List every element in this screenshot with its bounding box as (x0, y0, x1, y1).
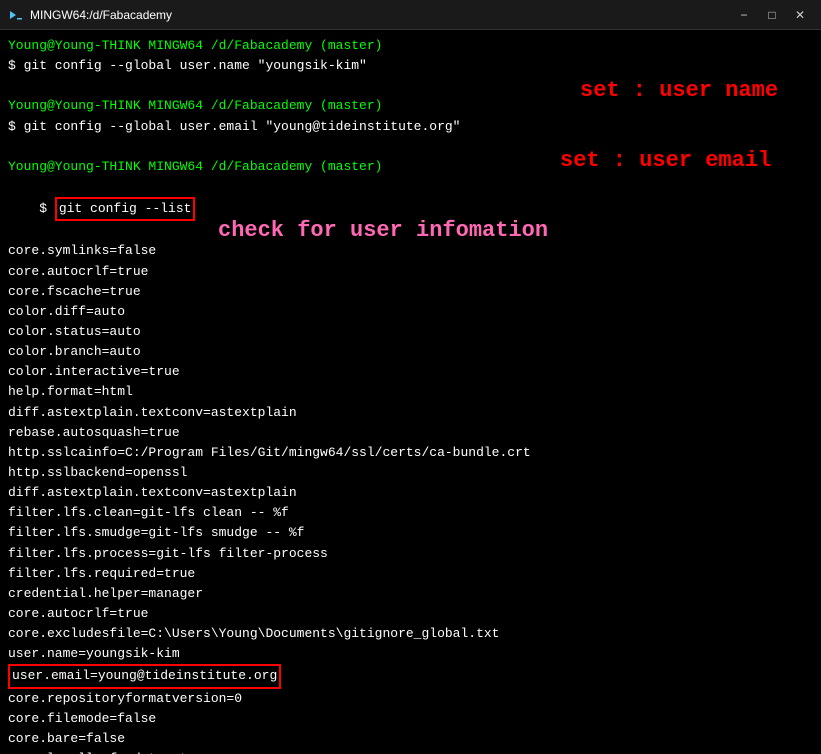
output-19: core.autocrlf=true (8, 604, 813, 624)
terminal-area: set : user name set : user email check f… (0, 30, 821, 754)
output-7: color.interactive=true (8, 362, 813, 382)
title-bar: MINGW64:/d/Fabacademy − □ ✕ (0, 0, 821, 30)
prompt-line-3: Young@Young-THINK MINGW64 /d/Fabacademy … (8, 157, 813, 177)
output-22: core.filemode=false (8, 709, 813, 729)
output-12: http.sslbackend=openssl (8, 463, 813, 483)
prompt-line-2: Young@Young-THINK MINGW64 /d/Fabacademy … (8, 96, 813, 116)
minimize-button[interactable]: − (731, 5, 757, 25)
output-useremail: user.email=young@tideinstitute.org (8, 664, 813, 688)
cmd-text-2: $ git config --global user.email "young@… (8, 119, 460, 134)
prompt-text-1: Young@Young-THINK MINGW64 /d/Fabacademy … (8, 38, 382, 53)
blank-1 (8, 76, 813, 96)
cmd-text-1: $ git config --global user.name "youngsi… (8, 58, 367, 73)
output-1: core.symlinks=false (8, 241, 813, 261)
maximize-button[interactable]: □ (759, 5, 785, 25)
output-3: core.fscache=true (8, 282, 813, 302)
output-20: core.excludesfile=C:\Users\Young\Documen… (8, 624, 813, 644)
title-bar-title: MINGW64:/d/Fabacademy (30, 8, 172, 22)
output-8: help.format=html (8, 382, 813, 402)
cmd-line-1: $ git config --global user.name "youngsi… (8, 56, 813, 76)
output-14: filter.lfs.clean=git-lfs clean -- %f (8, 503, 813, 523)
output-11: http.sslcainfo=C:/Program Files/Git/ming… (8, 443, 813, 463)
output-15: filter.lfs.smudge=git-lfs smudge -- %f (8, 523, 813, 543)
title-bar-controls: − □ ✕ (731, 5, 813, 25)
output-13: diff.astextplain.textconv=astextplain (8, 483, 813, 503)
cmd-line-boxed: $ git config --list (8, 177, 813, 241)
prompt-line-1: Young@Young-THINK MINGW64 /d/Fabacademy … (8, 36, 813, 56)
prompt-text-3: Young@Young-THINK MINGW64 /d/Fabacademy … (8, 159, 382, 174)
output-18: credential.helper=manager (8, 584, 813, 604)
output-username: user.name=youngsik-kim (8, 644, 813, 664)
output-24: core.logallrefupdates=true (8, 749, 813, 754)
terminal-icon (8, 7, 24, 23)
output-10: rebase.autosquash=true (8, 423, 813, 443)
blank-2 (8, 137, 813, 157)
output-9: diff.astextplain.textconv=astextplain (8, 403, 813, 423)
output-2: core.autocrlf=true (8, 262, 813, 282)
title-bar-left: MINGW64:/d/Fabacademy (8, 7, 172, 23)
output-5: color.status=auto (8, 322, 813, 342)
output-4: color.diff=auto (8, 302, 813, 322)
prompt-text-2: Young@Young-THINK MINGW64 /d/Fabacademy … (8, 98, 382, 113)
output-16: filter.lfs.process=git-lfs filter-proces… (8, 544, 813, 564)
cmd-git-config-list: git config --list (55, 197, 196, 221)
output-23: core.bare=false (8, 729, 813, 749)
output-17: filter.lfs.required=true (8, 564, 813, 584)
cmd-dollar: $ (39, 201, 55, 216)
close-button[interactable]: ✕ (787, 5, 813, 25)
cmd-line-2: $ git config --global user.email "young@… (8, 117, 813, 137)
output-6: color.branch=auto (8, 342, 813, 362)
output-21: core.repositoryformatversion=0 (8, 689, 813, 709)
